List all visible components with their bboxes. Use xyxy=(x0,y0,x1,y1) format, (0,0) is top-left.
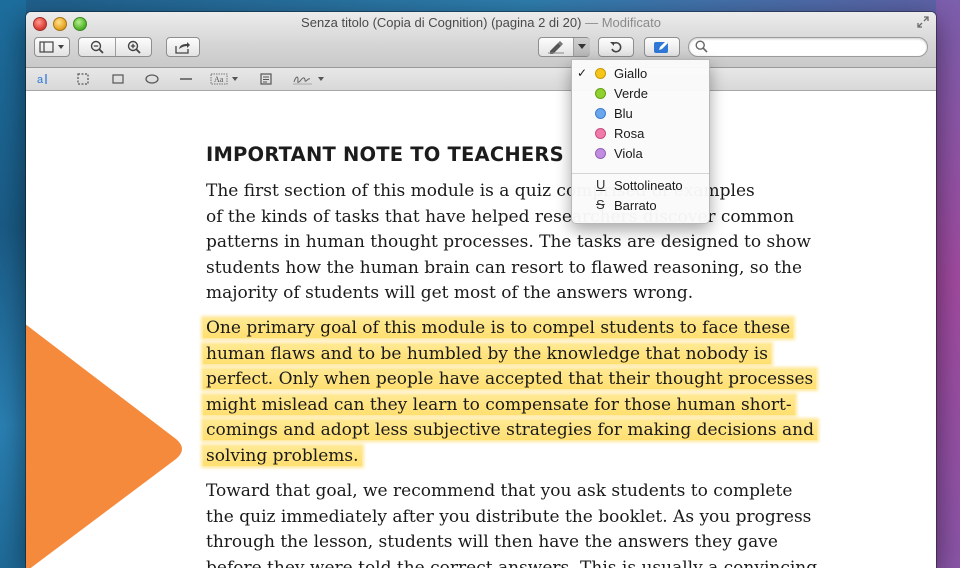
purple-dot-icon xyxy=(595,148,606,159)
window-title: Senza titolo (Copia di Cognition) (pagin… xyxy=(26,15,936,30)
svg-text:Aa: Aa xyxy=(214,75,224,84)
highlight-dropdown-button[interactable] xyxy=(574,38,590,56)
window-title-separator: — xyxy=(585,15,599,30)
edit-toolbar-button[interactable] xyxy=(644,37,680,57)
menu-item-label: Giallo xyxy=(614,66,648,81)
text-selection-tool[interactable]: a xyxy=(36,70,52,88)
highlighted-text-line: comings and adopt less subjective strate… xyxy=(203,420,817,441)
highlighted-text-line: human flaws and to be humbled by the kno… xyxy=(203,343,771,364)
document-page: IMPORTANT NOTE TO TEACHERS The first sec… xyxy=(26,91,936,568)
rect-selection-tool[interactable] xyxy=(76,70,90,88)
text-line: the quiz immediately after you distribut… xyxy=(206,506,812,527)
highlighted-text-line: solving problems. xyxy=(203,445,362,466)
text-line: through the lesson, students will then h… xyxy=(206,532,778,553)
chevron-down-icon xyxy=(578,44,586,49)
highlighted-paragraph: One primary goal of this module is to co… xyxy=(203,316,926,470)
menu-item-giallo[interactable]: ✓ Giallo xyxy=(572,64,709,84)
menu-item-label: Sottolineato xyxy=(614,178,683,193)
document-heading: IMPORTANT NOTE TO TEACHERS xyxy=(206,143,564,166)
share-button[interactable] xyxy=(166,37,200,57)
fullscreen-icon[interactable] xyxy=(916,16,930,30)
blue-dot-icon xyxy=(595,108,606,119)
pencil-box-icon xyxy=(654,41,668,53)
text-line: students how the human brain can resort … xyxy=(206,257,803,278)
desktop-background-right xyxy=(936,0,960,568)
text-line: before they were told the correct answer… xyxy=(206,557,818,568)
oval-tool[interactable] xyxy=(144,70,160,88)
menu-item-verde[interactable]: Verde xyxy=(572,84,709,104)
menu-item-blu[interactable]: Blu xyxy=(572,104,709,124)
search-input[interactable] xyxy=(711,40,925,56)
menu-item-label: Viola xyxy=(614,146,643,161)
search-field[interactable] xyxy=(688,37,928,57)
share-icon xyxy=(175,41,190,54)
menu-separator xyxy=(572,173,709,174)
text-line: majority of students will get most of th… xyxy=(206,283,694,304)
zoom-in-button[interactable] xyxy=(116,38,152,56)
menu-item-barrato[interactable]: S Barrato xyxy=(572,196,709,216)
underline-icon: U xyxy=(596,177,606,192)
text-box-tool[interactable]: Aa xyxy=(210,70,240,88)
highlighted-text-line: One primary goal of this module is to co… xyxy=(203,318,794,338)
highlighted-text-line: might mislead can they learn to compensa… xyxy=(203,394,795,415)
preview-window: Senza titolo (Copia di Cognition) (pagin… xyxy=(26,12,936,568)
highlight-color-menu: ✓ Giallo Verde Blu Rosa Viola U Sottolin… xyxy=(571,59,710,224)
window-title-text: Senza titolo (Copia di Cognition) (pagin… xyxy=(301,15,582,30)
search-icon xyxy=(695,40,708,53)
signature-icon xyxy=(293,76,324,85)
sidebar-icon xyxy=(39,41,64,53)
view-menu-button[interactable] xyxy=(34,37,70,57)
line-icon xyxy=(180,78,192,80)
menu-item-label: Verde xyxy=(614,86,648,101)
menu-item-label: Barrato xyxy=(614,198,657,213)
annotation-toolbar: a Aa xyxy=(26,68,936,91)
signature-tool[interactable] xyxy=(292,70,326,88)
check-mark-icon: ✓ xyxy=(577,66,588,80)
highlighted-text-line: perfect. Only when people have accepted … xyxy=(203,369,817,390)
marquee-icon xyxy=(77,73,89,85)
paragraph-3: Toward that goal, we recommend that you … xyxy=(206,479,926,568)
highlighter-icon xyxy=(548,41,564,54)
svg-text:a: a xyxy=(37,74,44,86)
oval-icon xyxy=(145,74,159,84)
text-line: of the kinds of tasks that have helped r… xyxy=(206,206,795,227)
menu-item-rosa[interactable]: Rosa xyxy=(572,124,709,144)
menu-item-sottolineato[interactable]: U Sottolineato xyxy=(572,176,709,196)
menu-item-label: Rosa xyxy=(614,126,645,141)
zoom-out-icon xyxy=(90,40,104,54)
zoom-in-icon xyxy=(127,40,141,54)
green-dot-icon xyxy=(595,88,606,99)
highlight-control xyxy=(538,37,590,57)
text-line: Toward that goal, we recommend that you … xyxy=(206,481,793,501)
zoom-out-button[interactable] xyxy=(79,38,115,56)
rotate-button[interactable] xyxy=(598,37,634,57)
title-toolbar: Senza titolo (Copia di Cognition) (pagin… xyxy=(26,12,936,68)
highlight-button[interactable] xyxy=(539,38,573,56)
paragraph-1: The first section of this module is a qu… xyxy=(206,179,926,307)
text-box-icon: Aa xyxy=(210,73,238,85)
text-line: The first section of this module is a qu… xyxy=(206,181,755,201)
rotate-icon xyxy=(610,41,622,53)
orange-triangle-graphic xyxy=(26,324,182,568)
line-tool[interactable] xyxy=(178,70,194,88)
pink-dot-icon xyxy=(595,128,606,139)
menu-item-label: Blu xyxy=(614,106,633,121)
note-icon xyxy=(260,73,272,85)
note-tool[interactable] xyxy=(259,70,273,88)
rectangle-icon xyxy=(112,74,124,84)
strikethrough-icon: S xyxy=(596,197,605,212)
desktop-background-left xyxy=(0,0,26,568)
window-status: Modificato xyxy=(601,15,661,30)
rectangle-tool[interactable] xyxy=(111,70,125,88)
text-line: patterns in human thought processes. The… xyxy=(206,232,811,253)
zoom-control xyxy=(78,37,152,57)
yellow-dot-icon xyxy=(595,68,606,79)
menu-item-viola[interactable]: Viola xyxy=(572,144,709,164)
text-cursor-icon: a xyxy=(37,74,47,86)
